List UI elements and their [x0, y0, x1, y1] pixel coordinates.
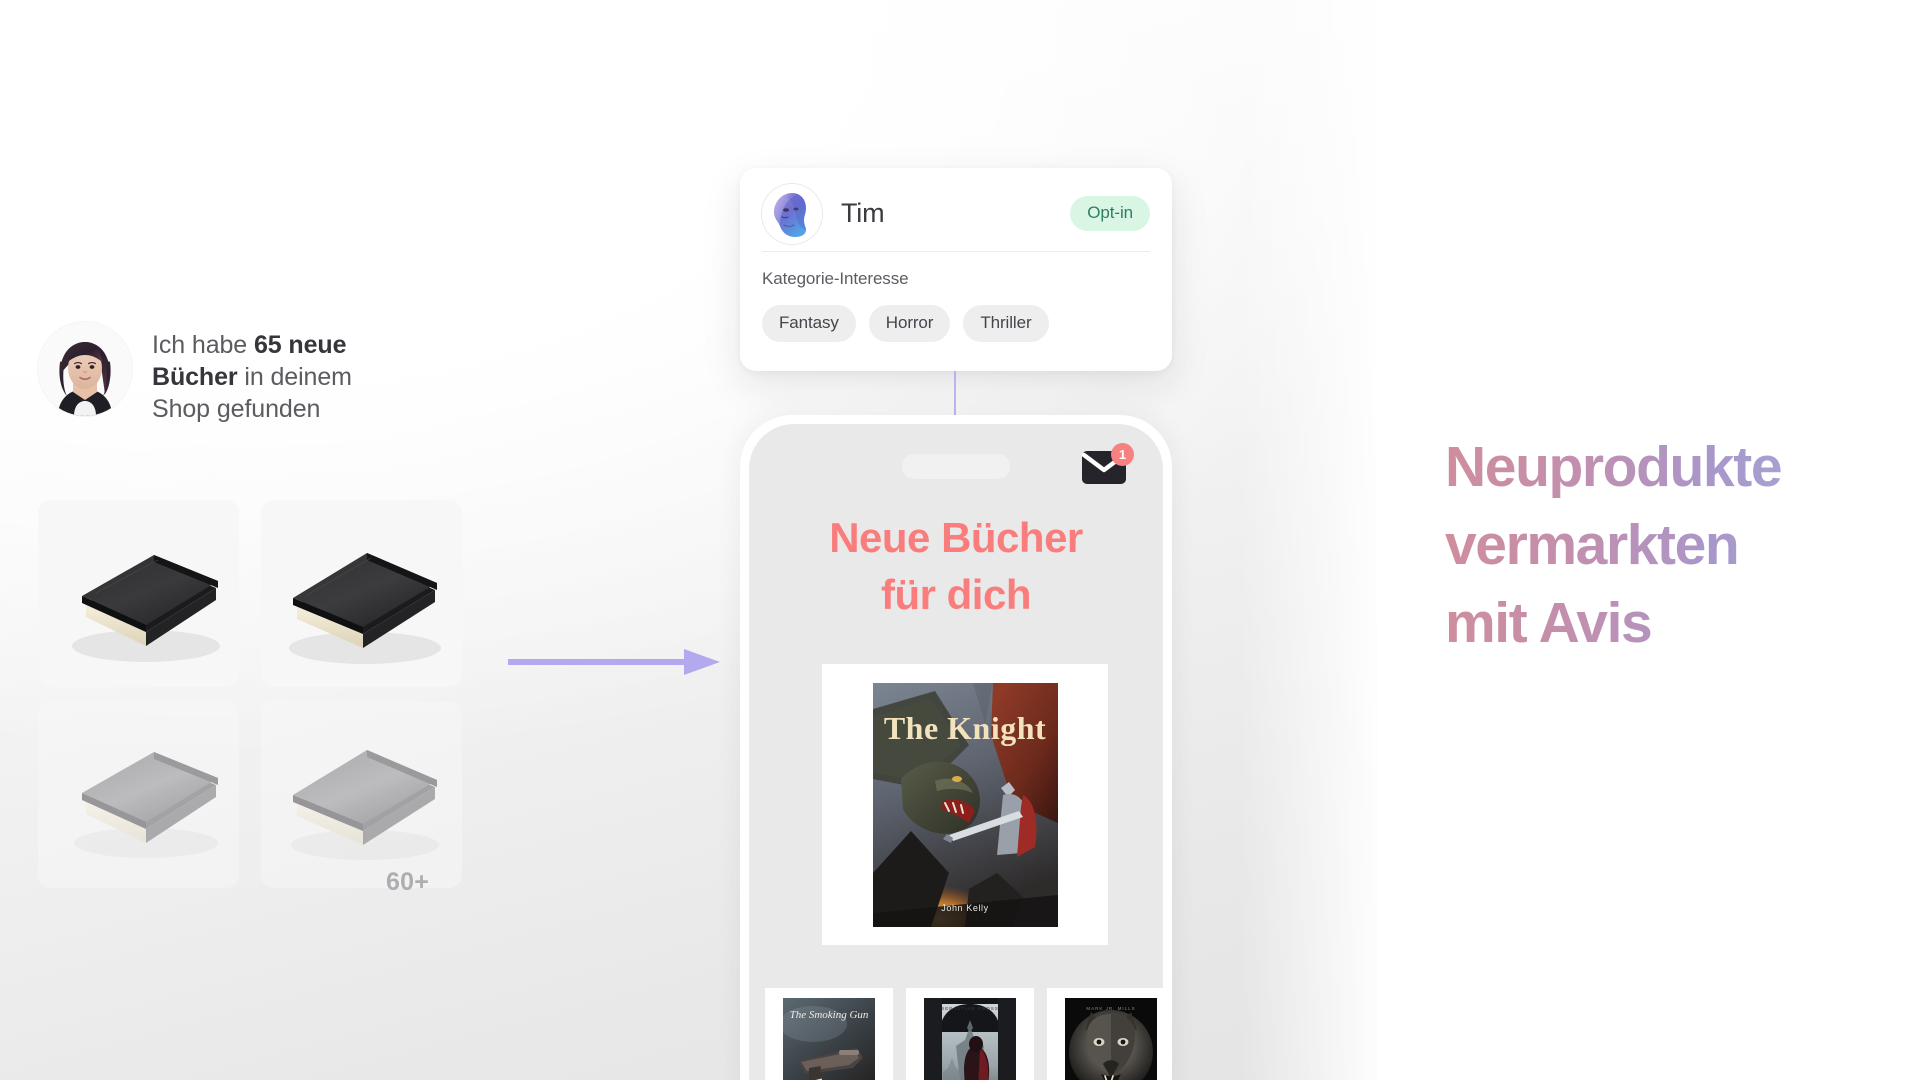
- thumbnail-eater[interactable]: EATER MARK JR. MILLS: [1047, 988, 1163, 1080]
- phone-headline-line1: Neue Bücher: [829, 514, 1083, 561]
- phone-headline-line2: für dich: [881, 571, 1032, 618]
- woman-portrait-avatar: [38, 322, 132, 416]
- background-panel-fade: [1240, 0, 1430, 1080]
- sender-line1-plain: Ich habe: [152, 331, 254, 359]
- arrow-right-icon: [508, 645, 723, 679]
- grey-hardcover-book-1[interactable]: [38, 701, 239, 888]
- book-cover-the-smoking-gun: The Smoking Gun: [783, 998, 875, 1080]
- black-hardcover-book-1[interactable]: [38, 500, 239, 687]
- svg-text:SEBASTIAN CROSS: SEBASTIAN CROSS: [941, 1006, 999, 1011]
- headline-line-1: Neuprodukte: [1445, 435, 1782, 499]
- thumbnail-a-counts-tale[interactable]: A count's Tale SEBASTIAN CROSS: [906, 988, 1034, 1080]
- book-grid-row-1: [38, 500, 462, 687]
- category-tag-fantasy[interactable]: Fantasy: [762, 305, 856, 342]
- book-cover-a-counts-tale: A count's Tale SEBASTIAN CROSS: [924, 998, 1016, 1080]
- headline-line-2: vermarkten: [1445, 513, 1739, 577]
- black-hardcover-book-2[interactable]: [261, 500, 462, 687]
- book-cover-eater: EATER MARK JR. MILLS: [1065, 998, 1157, 1080]
- book-grid-row-2: [38, 701, 462, 888]
- more-books-count: 60+: [386, 868, 430, 896]
- phone-mockup: 1 Neue Bücher für dich The Knight John K…: [740, 415, 1172, 1080]
- book-thumbnail-grid: [38, 500, 462, 902]
- screenshot-stage: Ich habe 65 neue Bücher in deinem Shop g…: [0, 0, 1920, 1080]
- sender-line2-bold: Bücher: [152, 363, 238, 391]
- profile-card-header: Tim Opt-in: [762, 183, 1150, 252]
- abstract-3d-head-avatar: [762, 183, 822, 244]
- sender-line1-bold: 65 neue: [253, 331, 347, 359]
- category-tag-thriller[interactable]: Thriller: [963, 305, 1049, 342]
- category-tag-row: Fantasy Horror Thriller: [762, 305, 1150, 342]
- svg-text:MARK JR. MILLS: MARK JR. MILLS: [1086, 1006, 1135, 1011]
- headline-line-3: mit Avis: [1445, 591, 1652, 655]
- status-badge: Opt-in: [1070, 196, 1150, 231]
- profile-name: Tim: [841, 198, 885, 228]
- category-tag-horror[interactable]: Horror: [868, 305, 951, 342]
- sender-line3-plain: Shop gefunden: [152, 395, 321, 423]
- profile-card: Tim Opt-in Kategorie-Interesse Fantasy H…: [740, 168, 1172, 371]
- book-cover-the-knight: The Knight John Kelly: [872, 682, 1058, 927]
- mail-unread-badge: 1: [1111, 443, 1134, 466]
- category-interest-label: Kategorie-Interesse: [762, 269, 909, 288]
- svg-text:The Smoking Gun: The Smoking Gun: [790, 1009, 869, 1021]
- page-title: Neuprodukte vermarkten mit Avis: [1445, 428, 1885, 662]
- dynamic-island: [902, 454, 1010, 479]
- book-thumbnail-row: The Smoking Gun SEBASTIAN CROSS MARK JR.…: [765, 988, 1163, 1080]
- envelope-icon[interactable]: 1: [1081, 443, 1134, 492]
- featured-book-card[interactable]: The Knight John Kelly: [822, 664, 1108, 945]
- sender-line2-plain: in deinem: [237, 363, 352, 391]
- thumbnail-the-smoking-gun[interactable]: The Smoking Gun: [765, 988, 893, 1080]
- phone-screen: 1 Neue Bücher für dich The Knight John K…: [749, 424, 1163, 1080]
- svg-text:John Kelly: John Kelly: [941, 903, 989, 913]
- sender-message-text: Ich habe 65 neue Bücher in deinem Shop g…: [152, 322, 352, 425]
- card-to-phone-connector: [954, 371, 956, 420]
- sender-message-row: Ich habe 65 neue Bücher in deinem Shop g…: [38, 322, 458, 425]
- grey-hardcover-book-2[interactable]: [261, 701, 462, 888]
- svg-text:The Knight: The Knight: [883, 710, 1045, 746]
- phone-headline: Neue Bücher für dich: [749, 509, 1163, 623]
